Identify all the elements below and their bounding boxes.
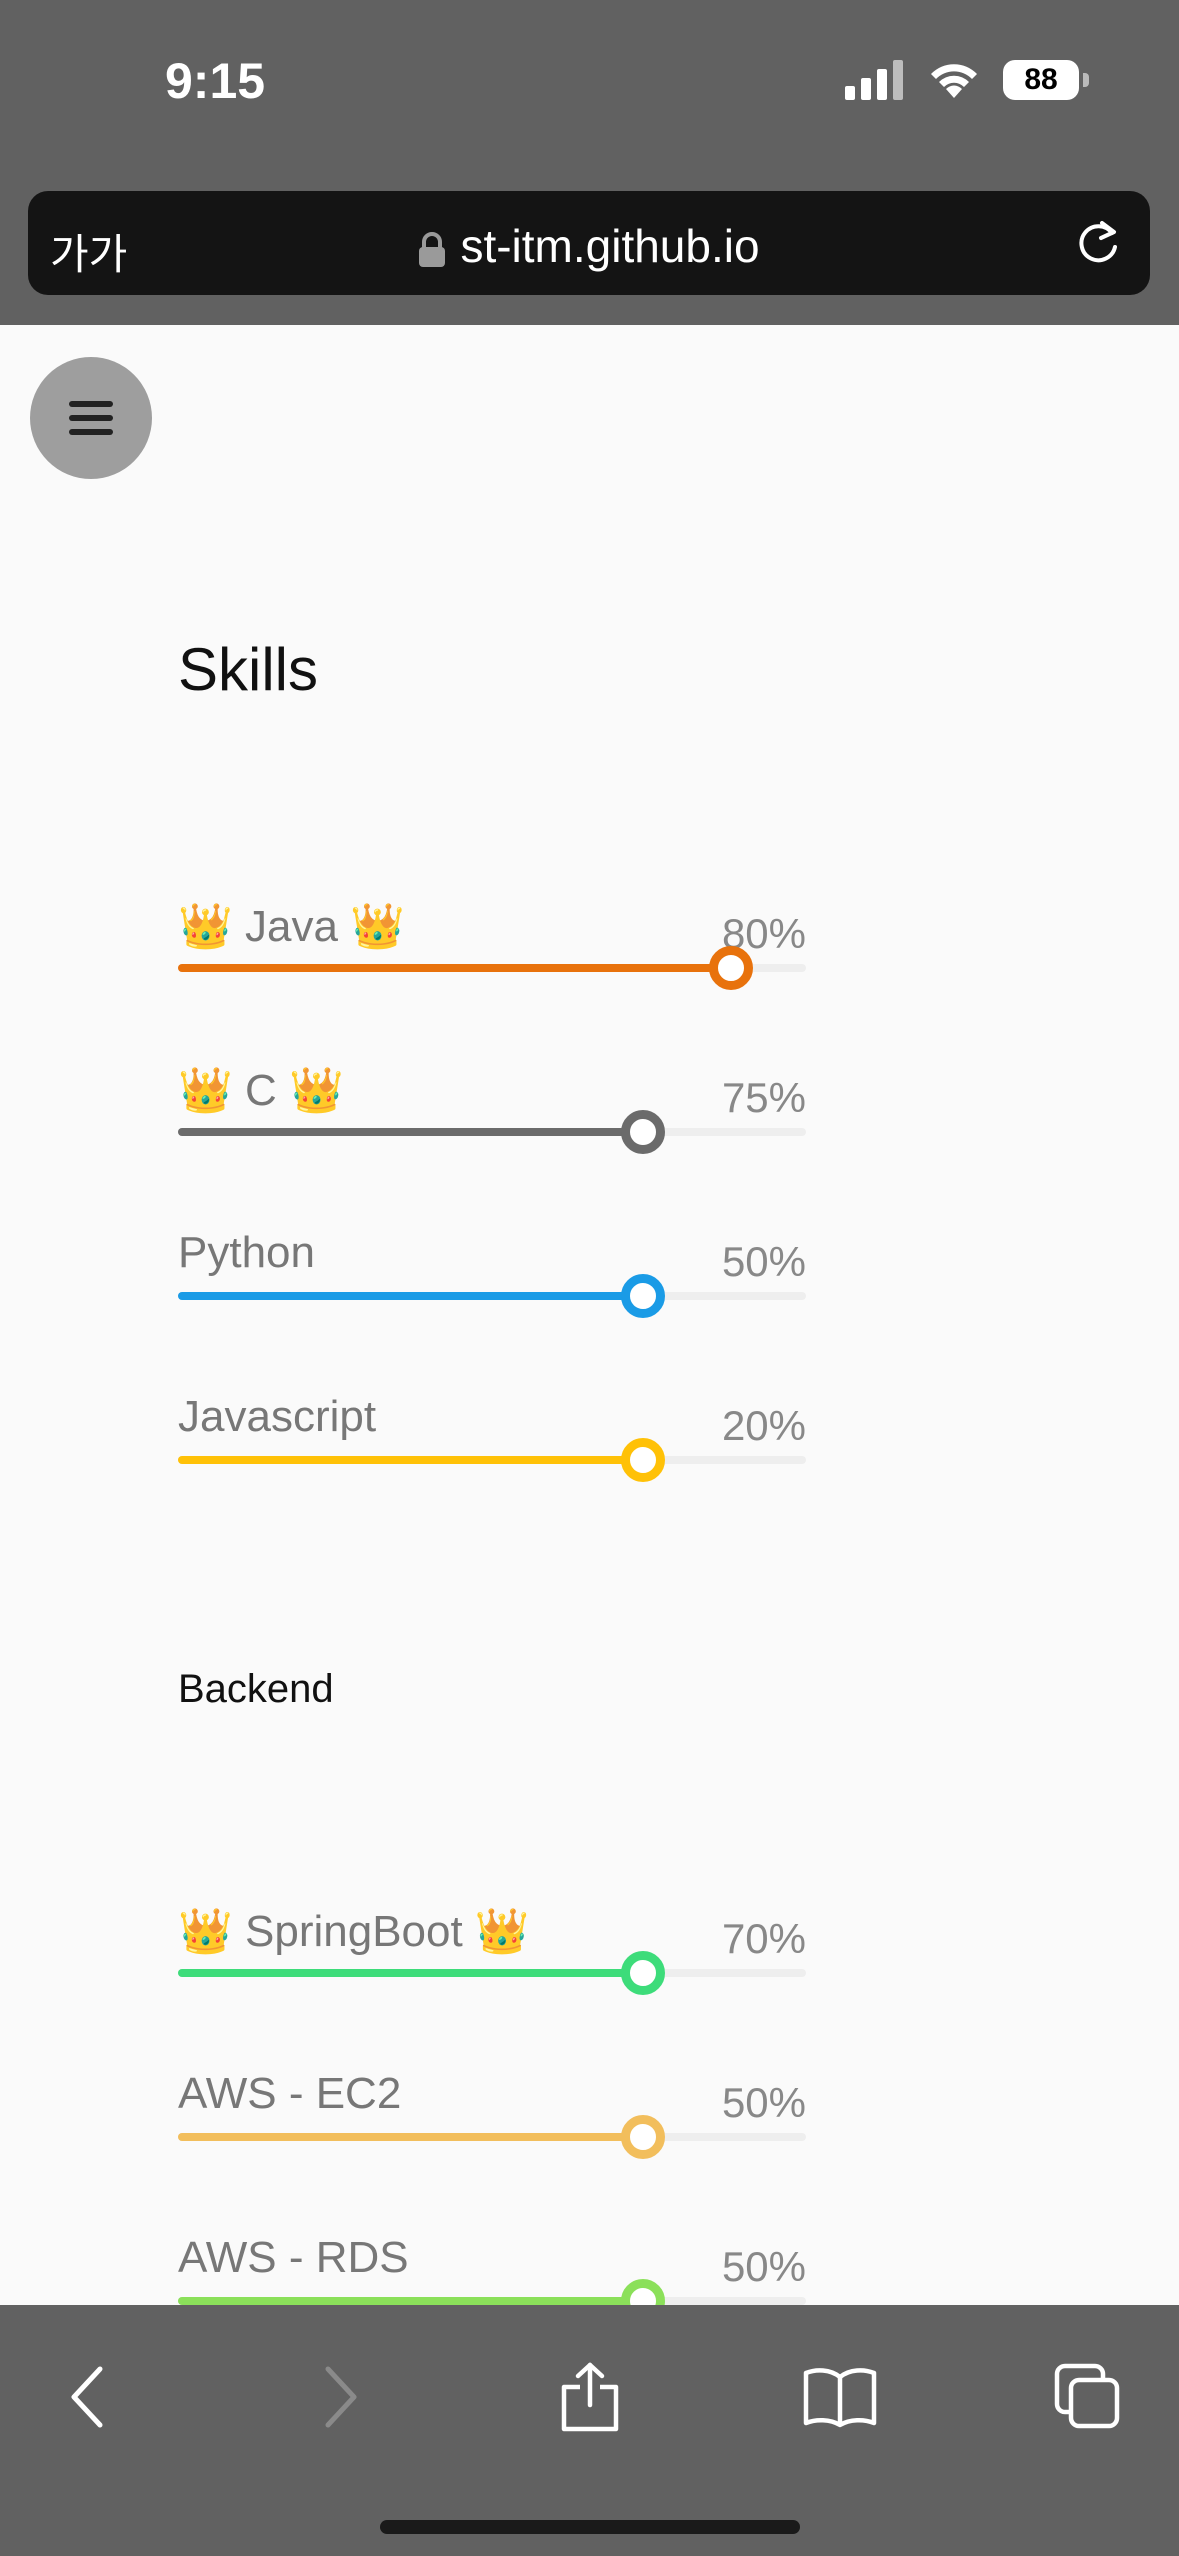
reload-icon[interactable] (1072, 217, 1124, 269)
wifi-icon (931, 64, 977, 98)
bookmarks-button[interactable] (800, 2357, 880, 2437)
skill-percent: 70% (721, 1915, 806, 1962)
skill-bar-track (178, 1110, 806, 1154)
skill-bar-knob (620, 1438, 665, 1482)
skill-row: AWS - EC2 50% (178, 2069, 806, 2169)
share-button[interactable] (550, 2357, 630, 2437)
skill-name: AWS - EC2 (178, 2069, 402, 2118)
page-title: Skills (178, 636, 319, 703)
browser-bottom-bar (0, 2305, 1179, 2556)
skill-bar-track (178, 1438, 806, 1482)
skill-row: Python 50% (178, 1228, 806, 1328)
skill-bar-knob (620, 1951, 665, 1995)
skill-bar-knob (620, 1110, 665, 1154)
skill-bar-knob (620, 2279, 665, 2305)
url-field[interactable]: st-itm.github.io (28, 219, 1150, 273)
url-text: st-itm.github.io (460, 220, 760, 272)
address-bar[interactable]: 가가 st-itm.github.io (28, 191, 1150, 295)
share-icon (561, 2362, 619, 2432)
hamburger-icon (69, 401, 113, 435)
skill-bar-track (178, 1951, 806, 1995)
skill-bar-track (178, 946, 806, 990)
skill-percent: 50% (721, 1238, 806, 1285)
hamburger-menu-button[interactable] (30, 357, 152, 479)
skill-row: AWS - RDS 50% (178, 2233, 806, 2305)
skill-bar-fill (178, 964, 731, 972)
browser-toolbar: 가가 st-itm.github.io (0, 175, 1179, 325)
book-icon (803, 2368, 877, 2428)
skill-name: AWS - RDS (178, 2233, 409, 2282)
battery-indicator: 88 (1003, 60, 1089, 100)
skill-bar-track (178, 1274, 806, 1318)
chevron-right-icon (325, 2366, 357, 2428)
home-indicator (380, 2520, 800, 2534)
skill-bar-fill (178, 2133, 643, 2141)
status-bar: 9:15 88 (0, 0, 1179, 175)
skill-row: 👑 C 👑 75% (178, 1064, 806, 1164)
skill-name: 👑 C 👑 (178, 1066, 344, 1115)
skill-row: Javascript 20% (178, 1392, 806, 1492)
skill-percent: 50% (721, 2079, 806, 2126)
tabs-button[interactable] (1048, 2357, 1128, 2437)
skill-name: 👑 Java 👑 (178, 902, 405, 951)
backend-title: Backend (178, 1667, 334, 1711)
chevron-left-icon (71, 2366, 103, 2428)
skill-percent: 75% (721, 1074, 806, 1121)
skill-bar-track (178, 2115, 806, 2159)
skill-bar-knob (620, 1274, 665, 1318)
skill-bar-knob (708, 946, 753, 990)
lock-icon (419, 231, 446, 267)
skill-row: 👑 Java 👑 80% (178, 900, 806, 1000)
tabs-icon (1054, 2363, 1120, 2429)
status-icons: 88 (845, 60, 1089, 100)
skill-bar-fill (178, 1292, 643, 1300)
cellular-signal-icon (845, 60, 903, 100)
skill-name: Javascript (178, 1392, 377, 1441)
back-button[interactable] (48, 2357, 128, 2437)
status-time: 9:15 (165, 53, 266, 109)
skill-bar-fill (178, 1969, 643, 1977)
skill-name: Python (178, 1228, 315, 1277)
skill-bar-knob (620, 2115, 665, 2159)
skill-bar-fill (178, 2297, 643, 2305)
skill-name: 👑 SpringBoot 👑 (178, 1907, 530, 1956)
skill-percent: 20% (721, 1402, 806, 1449)
skill-bar-fill (178, 1456, 643, 1464)
skill-bar-track (178, 2279, 806, 2305)
skill-bar-fill (178, 1128, 643, 1136)
skill-row: 👑 SpringBoot 👑 70% (178, 1905, 806, 2005)
skill-percent: 50% (721, 2243, 806, 2290)
web-content: Skills 👑 Java 👑 80% 👑 C 👑 75% Python 50% Javas… (0, 325, 1179, 2305)
forward-button[interactable] (300, 2357, 380, 2437)
